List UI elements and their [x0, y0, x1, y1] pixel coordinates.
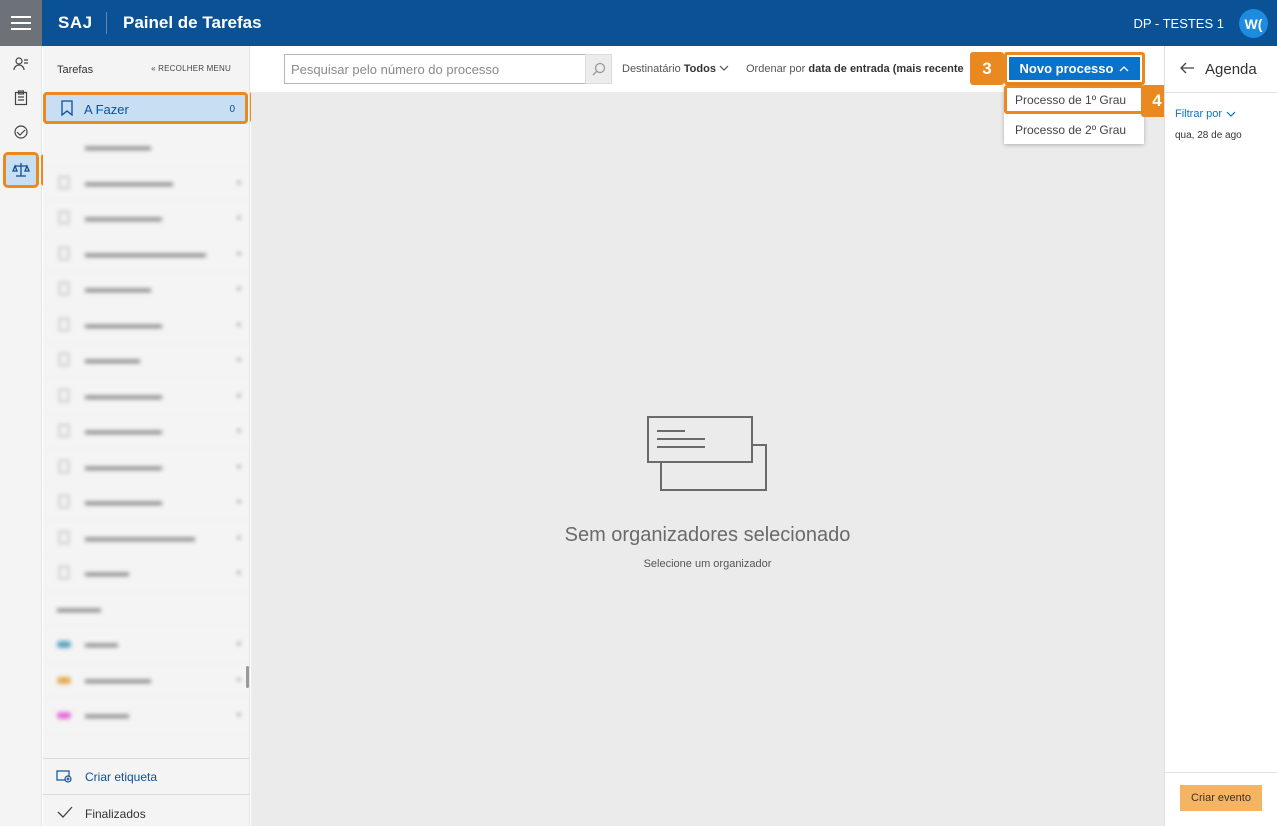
- sidebar-item-label: A Fazer: [84, 102, 129, 117]
- list-item: ▬▬▬▬▬▬▬ ▪: [43, 201, 249, 237]
- brand-logo[interactable]: SAJ: [58, 13, 93, 33]
- chevron-up-icon: [1119, 66, 1129, 72]
- top-bar: SAJ Painel de Tarefas DP - TESTES 1 W(: [0, 0, 1277, 46]
- list-item: ▬▬▬▬▬▬▬ ▪: [43, 485, 249, 521]
- list-item: ▬▬▬▬ ▪: [43, 556, 249, 592]
- blurred-organizer-list: ▬▬▬▬▬▬ ▬▬▬▬▬▬▬▬ ▪ ▬▬▬▬▬▬▬ ▪ ▬▬▬▬▬▬▬▬▬▬▬ ▪ ▬…: [43, 130, 249, 734]
- menu-item-first-instance[interactable]: Processo de 1º Grau: [1004, 85, 1144, 114]
- agenda-panel: Agenda Filtrar por qua, 28 de ago Criar …: [1164, 46, 1277, 826]
- collapse-menu-label: RECOLHER MENU: [158, 64, 231, 73]
- chevron-down-icon: [719, 65, 729, 71]
- list-item: ▬▬▬▬▬▬ ▪: [43, 272, 249, 308]
- divider: [1165, 772, 1277, 773]
- agenda-title: Agenda: [1205, 61, 1257, 78]
- task-sidebar: Tarefas « RECOLHER MENU A Fazer 0 ▬▬▬▬▬▬…: [43, 46, 250, 826]
- list-item: ▬▬▬▬▬▬ ▪: [43, 663, 249, 698]
- search-input[interactable]: [284, 54, 586, 84]
- list-item: ▬▬▬ ▪: [43, 627, 249, 663]
- bookmark-icon: [60, 100, 74, 121]
- sidebar-scrollbar[interactable]: [246, 666, 249, 688]
- list-item: ▬▬▬▬▬▬▬ ▪: [43, 308, 249, 343]
- list-item: ▬▬▬▬: [43, 592, 249, 627]
- hamburger-menu-icon[interactable]: [0, 0, 42, 46]
- checkmark-icon: [57, 805, 73, 824]
- new-process-dropdown: Processo de 1º Grau Processo de 2º Grau: [1004, 85, 1144, 144]
- agenda-date: qua, 28 de ago: [1175, 130, 1242, 141]
- page-title: Painel de Tarefas: [123, 13, 262, 32]
- recipient-label: Destinatário: [622, 63, 681, 75]
- collapse-menu-button[interactable]: « RECOLHER MENU: [151, 64, 231, 73]
- list-item: ▬▬▬▬▬ ▪: [43, 343, 249, 379]
- list-item: ▬▬▬▬▬▬▬▬▬▬ ▪: [43, 521, 249, 556]
- avatar[interactable]: W(: [1239, 9, 1268, 38]
- user-name[interactable]: DP - TESTES 1: [1133, 16, 1224, 31]
- empty-state-title: Sem organizadores selecionado: [564, 524, 851, 546]
- list-item: ▬▬▬▬▬▬▬ ▪: [43, 414, 249, 450]
- divider: [1165, 92, 1277, 93]
- new-process-label: Novo processo: [1019, 61, 1114, 76]
- agenda-filter-label: Filtrar por: [1175, 108, 1223, 120]
- search-button[interactable]: [585, 54, 612, 84]
- chevron-down-icon: [1226, 111, 1236, 117]
- create-label-button[interactable]: Criar etiqueta: [43, 758, 249, 794]
- main-content: Destinatário Todos Ordenar por data de e…: [251, 46, 1164, 826]
- scale-icon[interactable]: [3, 152, 39, 188]
- recipient-filter[interactable]: Destinatário Todos: [622, 63, 729, 75]
- list-item: ▬▬▬▬▬▬: [43, 130, 249, 166]
- sidebar-title: Tarefas: [57, 64, 94, 76]
- empty-state-subtitle: Selecione um organizador: [643, 558, 772, 570]
- agenda-filter[interactable]: Filtrar por: [1175, 108, 1236, 120]
- handshake-icon[interactable]: [9, 120, 33, 144]
- search-icon: [592, 62, 605, 76]
- new-process-highlight: Novo processo: [1004, 52, 1145, 85]
- menu-item-second-instance[interactable]: Processo de 2º Grau: [1004, 115, 1144, 144]
- finalized-item[interactable]: Finalizados: [43, 794, 249, 826]
- create-label-text: Criar etiqueta: [85, 770, 158, 784]
- sidebar-item-a-fazer[interactable]: A Fazer 0: [43, 92, 248, 124]
- list-item: ▬▬▬▬▬▬▬▬ ▪: [43, 166, 249, 201]
- clipboard-icon[interactable]: [9, 86, 33, 110]
- list-item: ▬▬▬▬ ▪: [43, 698, 249, 734]
- sort-selector[interactable]: Ordenar por data de entrada (mais recent…: [746, 63, 972, 75]
- users-icon[interactable]: [9, 52, 33, 76]
- finalized-label: Finalizados: [85, 807, 146, 821]
- arrow-left-icon[interactable]: [1179, 61, 1195, 75]
- list-item: ▬▬▬▬▬▬▬ ▪: [43, 450, 249, 485]
- sidebar-item-count: 0: [229, 104, 235, 115]
- icon-rail: [0, 46, 42, 826]
- sort-value: data de entrada (mais recente: [808, 63, 964, 75]
- new-process-button[interactable]: Novo processo: [1009, 57, 1140, 80]
- create-event-button[interactable]: Criar evento: [1180, 785, 1262, 811]
- sort-label: Ordenar por: [746, 63, 806, 75]
- empty-state-illustration: [647, 416, 767, 491]
- label-add-icon: [56, 769, 72, 788]
- brand-divider: [106, 12, 107, 34]
- recipient-value: Todos: [683, 63, 716, 75]
- callout-badge-3: 3: [970, 52, 1004, 85]
- list-item: ▬▬▬▬▬▬▬ ▪: [43, 379, 249, 414]
- list-item: ▬▬▬▬▬▬▬▬▬▬▬ ▪: [43, 237, 249, 272]
